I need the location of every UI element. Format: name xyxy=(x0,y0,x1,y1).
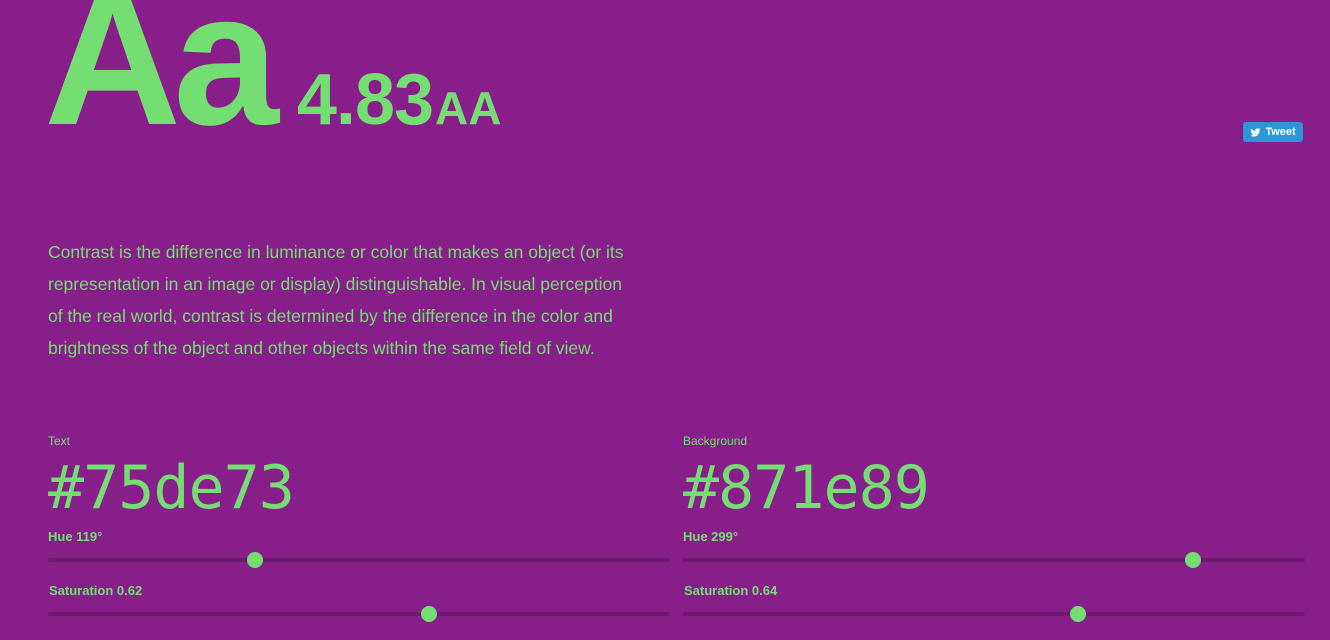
background-color-panel: Background #871e89 Hue 299° Saturation 0… xyxy=(683,432,1305,626)
twitter-bird-icon xyxy=(1250,127,1261,137)
contrast-page: Aa 4.83 AA Tweet Contrast is the differe… xyxy=(0,0,1330,640)
text-saturation-label: Saturation 0.62 xyxy=(49,583,143,598)
background-saturation-control: Saturation 0.64 xyxy=(683,582,1305,626)
slider-thumb[interactable] xyxy=(247,552,263,568)
text-color-label: Text xyxy=(48,434,71,448)
slider-track xyxy=(48,558,670,562)
slider-thumb[interactable] xyxy=(421,606,437,622)
tweet-label: Tweet xyxy=(1265,126,1296,138)
tweet-button[interactable]: Tweet xyxy=(1243,122,1303,142)
background-hue-label: Hue 299° xyxy=(683,529,739,544)
text-saturation-control: Saturation 0.62 xyxy=(48,582,670,626)
text-hue-slider[interactable] xyxy=(48,546,670,572)
text-hue-label: Hue 119° xyxy=(48,529,103,544)
slider-track xyxy=(683,558,1305,562)
background-hue-control: Hue 299° xyxy=(683,528,1305,572)
background-hue-slider[interactable] xyxy=(683,546,1305,572)
background-hex-input[interactable]: #871e89 xyxy=(683,450,1305,528)
slider-track xyxy=(683,612,1305,616)
wcag-level-badge: AA xyxy=(435,82,502,134)
text-hue-control: Hue 119° xyxy=(48,528,670,572)
background-saturation-slider[interactable] xyxy=(683,600,1305,626)
background-color-label: Background xyxy=(683,434,748,448)
text-color-panel: Text #75de73 Hue 119° Saturation 0.62 xyxy=(48,432,670,626)
slider-thumb[interactable] xyxy=(1070,606,1086,622)
contrast-description: Contrast is the difference in luminance … xyxy=(48,242,624,358)
text-hex-input[interactable]: #75de73 xyxy=(48,450,670,528)
contrast-ratio: 4.83 xyxy=(296,60,434,140)
background-saturation-label: Saturation 0.64 xyxy=(684,583,778,598)
sample-text: Aa xyxy=(44,0,279,165)
slider-thumb[interactable] xyxy=(1185,552,1201,568)
slider-track xyxy=(48,612,670,616)
text-saturation-slider[interactable] xyxy=(48,600,670,626)
contrast-hero: Aa 4.83 AA xyxy=(44,0,501,154)
